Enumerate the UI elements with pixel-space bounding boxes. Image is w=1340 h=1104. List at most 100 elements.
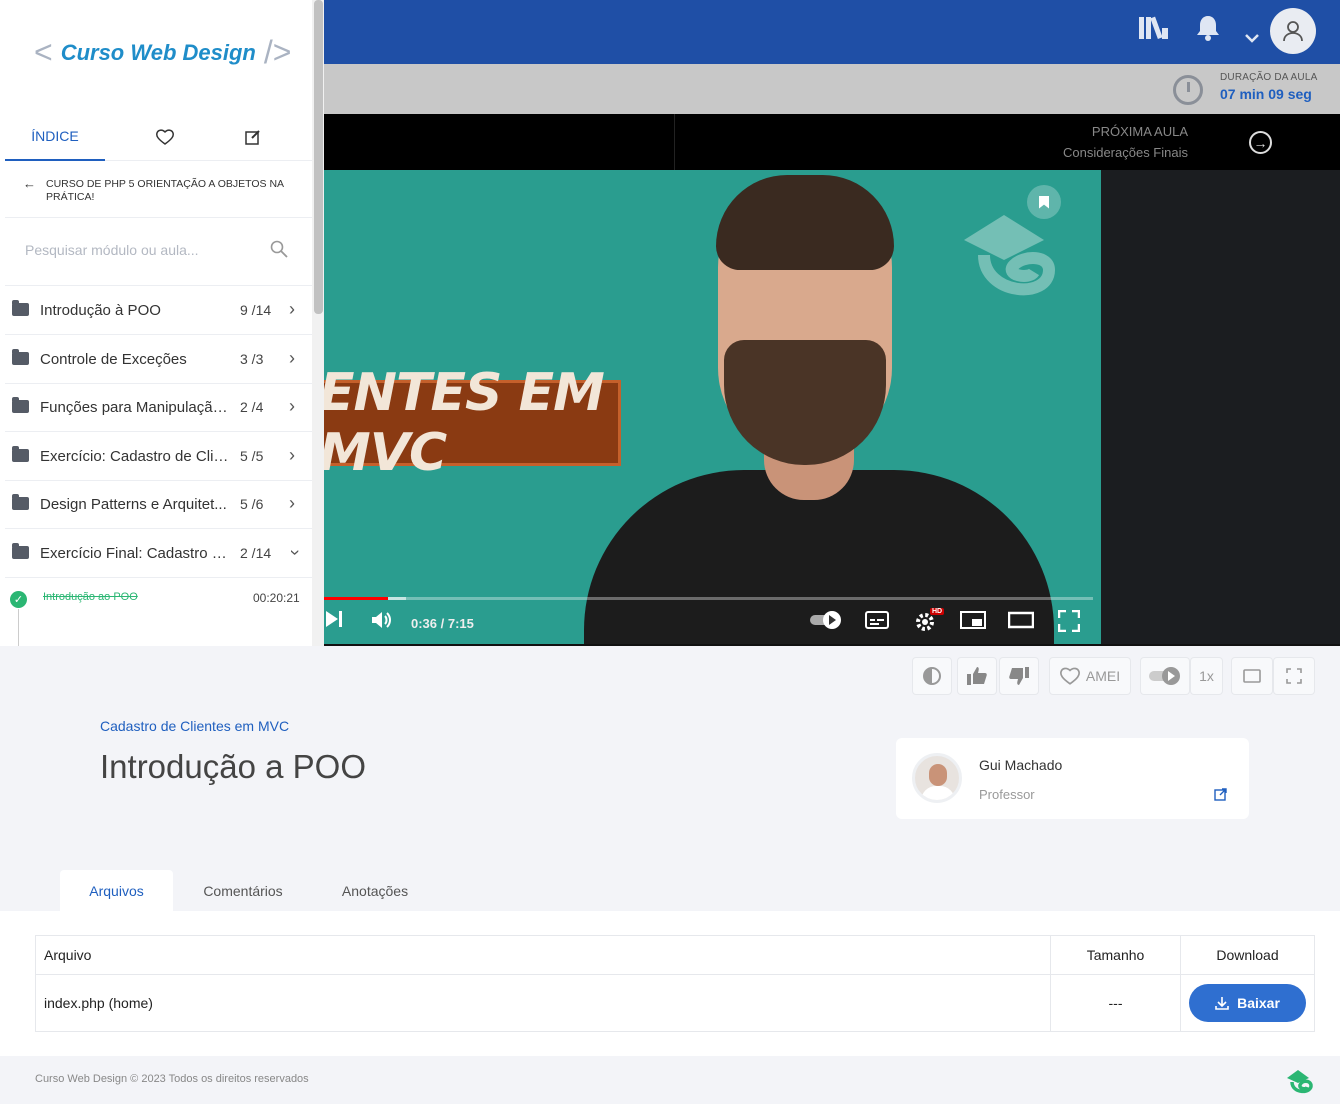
chevron-right-icon: › xyxy=(289,299,295,319)
course-title: CURSO DE PHP 5 ORIENTAÇÃO A OBJETOS NA P… xyxy=(46,178,284,203)
teacher-name: Gui Machado xyxy=(979,757,1063,773)
tab-index[interactable]: ÍNDICE xyxy=(5,112,105,161)
module-progress: 2 /4 xyxy=(240,399,264,415)
tab-favorites[interactable] xyxy=(115,112,215,161)
bell-icon[interactable] xyxy=(1195,14,1221,49)
module-item[interactable]: Design Patterns e Arquitet... 5 /6 › xyxy=(5,480,312,529)
brand-name: Curso Web Design xyxy=(60,39,256,65)
sidebar-scrollbar[interactable] xyxy=(312,0,324,646)
download-icon xyxy=(1215,997,1229,1010)
folder-icon xyxy=(12,543,29,559)
like-button[interactable] xyxy=(957,657,997,695)
dislike-button[interactable] xyxy=(999,657,1039,695)
video-played xyxy=(324,597,388,600)
file-name: index.php (home) xyxy=(44,995,153,1011)
search-input[interactable] xyxy=(25,242,255,258)
module-progress: 5 /5 xyxy=(240,448,264,464)
module-title: Controle de Exceções xyxy=(40,351,187,368)
user-icon xyxy=(1283,21,1303,42)
module-item[interactable]: Controle de Exceções 3 /3 › xyxy=(5,335,312,384)
next-lesson-title[interactable]: Considerações Finais xyxy=(1063,145,1188,160)
course-back-link[interactable]: ← CURSO DE PHP 5 ORIENTAÇÃO A OBJETOS NA… xyxy=(5,161,312,218)
column-header-size: Tamanho xyxy=(1086,947,1145,963)
arrow-right-circle-icon[interactable]: → xyxy=(1249,131,1272,154)
module-item[interactable]: Exercício: Cadastro de Clie... 5 /5 › xyxy=(5,432,312,481)
download-button[interactable]: Baixar xyxy=(1189,984,1306,1022)
expand-icon xyxy=(1286,668,1302,684)
lesson-title: Introdução ao POO xyxy=(43,591,138,603)
module-title: Exercício: Cadastro de Clie... xyxy=(40,448,232,465)
module-item[interactable]: Funções para Manipulação... 2 /4 › xyxy=(5,383,312,432)
download-label: Baixar xyxy=(1237,995,1280,1011)
theater-mode-icon[interactable] xyxy=(1007,610,1035,636)
fullscreen-icon[interactable] xyxy=(1057,609,1081,638)
volume-icon[interactable] xyxy=(370,610,392,636)
autoplay-toggle[interactable] xyxy=(1140,657,1190,695)
subtitles-icon[interactable] xyxy=(865,610,889,636)
miniplayer-icon[interactable] xyxy=(960,610,986,636)
autoplay-toggle-icon xyxy=(1149,667,1180,685)
module-item[interactable]: Introdução à POO 9 /14 › xyxy=(5,286,312,335)
theater-icon xyxy=(1243,669,1261,683)
expand-button[interactable] xyxy=(1273,657,1315,695)
search-icon[interactable] xyxy=(270,240,288,258)
video-time: 0:36 / 7:15 xyxy=(411,616,474,631)
next-lesson-label: PRÓXIMA AULA xyxy=(1091,124,1188,139)
files-table: Arquivo Tamanho Download index.php (home… xyxy=(35,935,1315,1032)
module-title: Exercício Final: Cadastro d... xyxy=(40,545,232,562)
bookmark-icon[interactable] xyxy=(1027,185,1061,219)
contrast-icon xyxy=(923,667,941,685)
column-header-file: Arquivo xyxy=(44,947,92,963)
scroll-thumb[interactable] xyxy=(314,0,323,314)
breadcrumb[interactable]: Cadastro de Clientes em MVC xyxy=(100,718,289,734)
autoplay-toggle-icon[interactable] xyxy=(808,610,844,636)
code-close-icon: /> xyxy=(263,34,292,70)
chevron-right-icon: › xyxy=(289,348,295,368)
avatar xyxy=(912,753,962,803)
duration-label: DURAÇÃO DA AULA xyxy=(1220,72,1318,83)
column-header-download: Download xyxy=(1216,947,1279,963)
video-side-panel xyxy=(1101,170,1340,644)
folder-icon xyxy=(12,446,29,462)
tab-notes[interactable] xyxy=(205,112,300,161)
lesson-item[interactable]: ✓ Introdução ao POO 00:20:21 xyxy=(5,578,312,646)
love-label: AMEI xyxy=(1085,668,1121,684)
hd-badge: HD xyxy=(930,608,945,615)
thumbs-down-icon xyxy=(1009,667,1029,685)
teacher-role: Professor xyxy=(979,787,1035,802)
video-progress-bar[interactable] xyxy=(324,597,1093,600)
divider xyxy=(36,974,1314,975)
lesson-timeline xyxy=(18,609,19,646)
chevron-right-icon: › xyxy=(289,396,295,416)
folder-icon xyxy=(12,349,29,365)
tab-comments[interactable]: Comentários xyxy=(186,870,300,912)
avatar-face xyxy=(929,764,947,786)
library-icon[interactable] xyxy=(1138,14,1170,49)
module-item[interactable]: Exercício Final: Cadastro d... 2 /14 › xyxy=(5,529,312,578)
tab-annotations[interactable]: Anotações xyxy=(320,870,430,912)
tab-files[interactable]: Arquivos xyxy=(60,870,173,912)
speed-button[interactable]: 1x xyxy=(1190,657,1223,695)
external-link-icon[interactable] xyxy=(1214,788,1227,801)
video-banner-text: ENTES EM MVC xyxy=(324,363,605,483)
skip-next-icon[interactable] xyxy=(324,610,344,634)
theater-button[interactable] xyxy=(1231,657,1273,695)
footer-copyright: Curso Web Design © 2023 Todos os direito… xyxy=(35,1073,309,1085)
heart-icon xyxy=(1059,667,1080,685)
module-progress: 5 /6 xyxy=(240,496,264,512)
contrast-button[interactable] xyxy=(912,657,952,695)
clock-icon xyxy=(1173,75,1203,105)
brand-logo[interactable]: < Curso Web Design /> xyxy=(34,34,291,71)
check-circle-icon: ✓ xyxy=(10,591,27,608)
teacher-card: Gui Machado Professor xyxy=(896,738,1249,819)
user-avatar[interactable] xyxy=(1270,8,1316,54)
folder-icon xyxy=(12,397,29,413)
video-banner: ENTES EM MVC xyxy=(324,363,621,483)
module-progress: 9 /14 xyxy=(240,302,272,318)
video-player[interactable]: ENTES EM MVC 0:36 / 7:15 HD xyxy=(324,170,1101,644)
love-button[interactable]: AMEI xyxy=(1049,657,1131,695)
sidebar-tabs: ÍNDICE xyxy=(5,112,312,161)
chevron-down-icon[interactable] xyxy=(1244,20,1260,51)
chevron-right-icon: › xyxy=(289,445,295,465)
module-title: Introdução à POO xyxy=(40,302,161,319)
